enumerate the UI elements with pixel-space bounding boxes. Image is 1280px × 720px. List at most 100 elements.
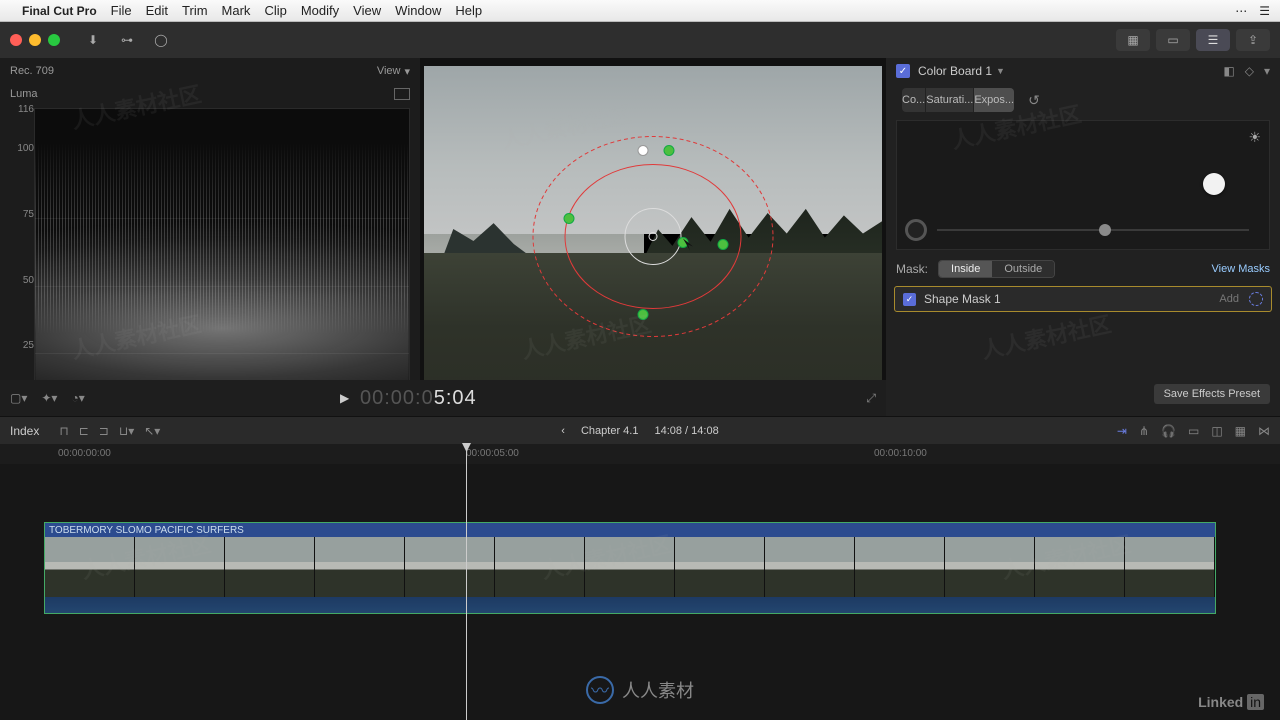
color-board-tabs: Co... Saturati... Expos... [902,88,1014,112]
timeline-layout-icon[interactable]: ◫ [1211,424,1222,438]
reset-icon[interactable]: ↺ [1028,92,1040,109]
ruler-mark: 00:00:05:00 [466,448,519,459]
overwrite-clip-icon[interactable]: ⊔▾ [119,424,134,438]
snapping-icon[interactable]: ⇥ [1117,424,1127,438]
tab-saturation[interactable]: Saturati... [926,88,974,112]
append-clip-icon[interactable]: ⊐ [99,424,109,438]
tab-color[interactable]: Co... [902,88,926,112]
fullscreen-button[interactable]: ⤢ [866,391,876,406]
clip-appearance-menu[interactable]: ◔▾ [71,391,84,405]
scopes-settings-icon[interactable] [394,88,410,100]
solo-icon[interactable]: ▭ [1188,424,1199,438]
luma-label: Luma [10,88,38,100]
timeline-header: Index ⊓ ⊏ ⊐ ⊔▾ ↖▾ ‹ Chapter 4.1 14:08 / … [0,416,1280,444]
shape-mask-label: Shape Mask 1 [924,292,1001,306]
render-icon[interactable]: ◯ [148,30,174,50]
scopes-view-menu[interactable]: View [377,65,401,77]
menubar-extra-icon[interactable]: ⋯ [1235,4,1247,18]
highlights-puck[interactable] [1203,173,1225,195]
mask-preset-icon[interactable]: ◧ [1223,64,1234,78]
chevron-down-icon[interactable]: ▾ [404,65,410,78]
keyword-icon[interactable]: ⊶ [114,30,140,50]
linkedin-logo: Linked in [1198,694,1264,710]
audio-skimming-icon[interactable]: 🎧 [1161,424,1176,438]
shape-mask-overlay[interactable] [523,127,783,350]
menu-clip[interactable]: Clip [264,3,286,18]
tick: 100 [10,143,34,154]
exposure-pane[interactable]: ☀ [896,120,1270,250]
effect-row[interactable]: ✓ Color Board 1 ▼ ◧ ◇ ▾ [886,58,1280,84]
mask-outside[interactable]: Outside [992,261,1054,277]
onscreen-controls-icon[interactable] [1249,292,1263,306]
tick: 75 [10,209,34,220]
scopes-rec-label: Rec. 709 [10,65,54,77]
import-icon[interactable]: ⬇ [80,30,106,50]
inspector-layout-button[interactable]: ☰ [1196,29,1230,51]
mask-label: Mask: [896,262,928,276]
menu-modify[interactable]: Modify [301,3,339,18]
clip-thumbnails [45,537,1215,597]
site-badge-icon: 〰 [586,676,614,704]
effect-name: Color Board 1 [918,64,992,78]
browser-layout-button[interactable]: ▦ [1116,29,1150,51]
menu-view[interactable]: View [353,3,381,18]
add-mask-button[interactable]: Add [1219,293,1239,305]
close-window-button[interactable] [10,34,22,46]
ruler-mark: 00:00:10:00 [874,448,927,459]
effects-browser-icon[interactable]: ▦ [1235,424,1246,438]
clip-title: TOBERMORY SLOMO PACIFIC SURFERS [45,523,1215,537]
window-titlebar: ⬇ ⊶ ◯ ▦ ▭ ☰ ⇪ [0,22,1280,58]
effects-overlay-menu[interactable]: ▢▾ [10,391,27,405]
mask-inside[interactable]: Inside [939,261,992,277]
connect-clip-icon[interactable]: ⊓ [59,424,68,438]
retime-menu[interactable]: ✦▾ [41,391,57,405]
tick: 116 [10,104,34,115]
exposure-icon: ☀ [1248,129,1261,146]
save-effects-preset-button[interactable]: Save Effects Preset [1154,384,1270,404]
view-masks-link[interactable]: View Masks [1212,263,1270,275]
share-button[interactable]: ⇪ [1236,29,1270,51]
playhead[interactable] [466,444,467,720]
mac-menubar: Final Cut Pro File Edit Trim Mark Clip M… [0,0,1280,22]
keyframe-icon[interactable]: ◇ [1245,64,1254,78]
timeline-clip[interactable]: TOBERMORY SLOMO PACIFIC SURFERS [44,522,1216,614]
menu-edit[interactable]: Edit [146,3,168,18]
mask-mode-segment[interactable]: Inside Outside [938,260,1055,278]
clip-audio-lane [45,597,1215,613]
timecode-display[interactable]: 00:00:05:04 [360,387,477,410]
transitions-browser-icon[interactable]: ⋈ [1258,424,1270,438]
menubar-list-icon[interactable]: ☰ [1259,4,1270,18]
tick: 25 [10,340,34,351]
skimming-icon[interactable]: ⋔ [1139,424,1149,438]
tab-exposure[interactable]: Expos... [974,88,1014,112]
mask-row: Mask: Inside Outside View Masks [886,254,1280,284]
play-button[interactable]: ▶ [340,391,349,405]
index-button[interactable]: Index [10,424,39,438]
shadows-puck[interactable] [905,219,927,241]
tool-select-icon[interactable]: ↖▾ [144,424,160,438]
menu-trim[interactable]: Trim [182,3,208,18]
site-badge-text: 人人素材 [622,677,694,703]
menu-file[interactable]: File [111,3,132,18]
timeline-duration: 14:08 / 14:08 [654,425,718,437]
effect-enable-checkbox[interactable]: ✓ [896,64,910,78]
shape-mask-checkbox[interactable]: ✓ [903,293,916,306]
inspector-panel: ✓ Color Board 1 ▼ ◧ ◇ ▾ Co... Saturati..… [886,58,1280,440]
minimize-window-button[interactable] [29,34,41,46]
exposure-slider[interactable] [937,229,1249,231]
insert-clip-icon[interactable]: ⊏ [79,424,89,438]
back-button[interactable]: ‹ [561,425,565,437]
midtone-puck[interactable] [1099,224,1111,236]
timeline-ruler[interactable]: 00:00:00:00 00:00:05:00 00:00:10:00 [0,444,1280,464]
transport-bar: ▢▾ ✦▾ ◔▾ ▶ 00:00:05:04 ⤢ [0,380,886,416]
menu-help[interactable]: Help [455,3,482,18]
shape-mask-row[interactable]: ✓ Shape Mask 1 Add [894,286,1272,312]
app-name[interactable]: Final Cut Pro [22,4,97,18]
chevron-down-icon[interactable]: ▾ [1264,64,1270,78]
timeline-layout-button[interactable]: ▭ [1156,29,1190,51]
menu-window[interactable]: Window [395,3,441,18]
ruler-mark: 00:00:00:00 [58,448,111,459]
menu-mark[interactable]: Mark [222,3,251,18]
zoom-window-button[interactable] [48,34,60,46]
chevron-down-icon[interactable]: ▼ [996,66,1005,76]
